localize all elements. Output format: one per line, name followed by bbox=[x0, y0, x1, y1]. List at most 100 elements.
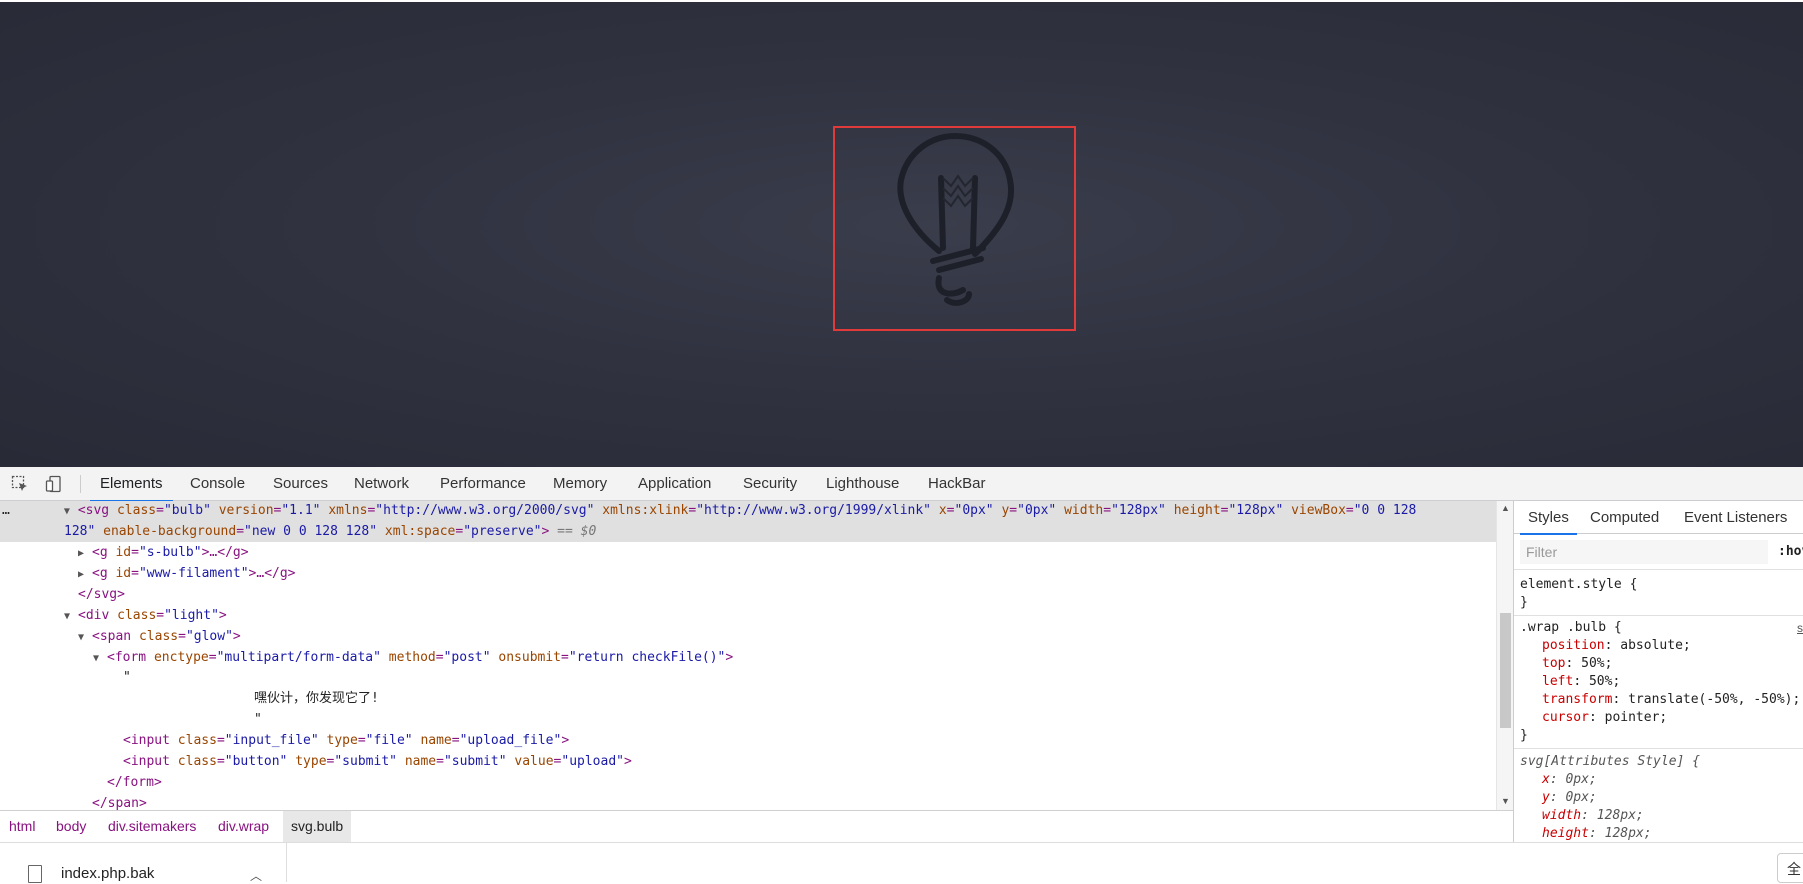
lightbulb-icon[interactable] bbox=[835, 128, 1078, 333]
css-value: absolute; bbox=[1620, 638, 1691, 653]
dom-line-svg[interactable]: … ▼ <svg class="bulb" version="1.1" xmlns=… bbox=[2, 501, 1416, 521]
attr-value: "light" bbox=[164, 608, 219, 623]
page-viewport bbox=[0, 0, 1803, 467]
dom-line-span-close[interactable]: </span> bbox=[92, 793, 147, 810]
dom-text-quote[interactable]: " bbox=[254, 709, 262, 730]
attr-name: viewBox bbox=[1291, 503, 1346, 518]
tab-memory[interactable]: Memory bbox=[553, 467, 607, 501]
css-property: height bbox=[1542, 826, 1589, 841]
dom-text-quote[interactable]: " bbox=[123, 667, 131, 688]
element-style-selector[interactable]: element.style { bbox=[1520, 576, 1637, 594]
dom-line-g-s-bulb[interactable]: ▶ <g id="s-bulb">…</g> bbox=[78, 542, 249, 563]
dom-line-form[interactable]: ▼ <form enctype="multipart/form-data" met… bbox=[93, 647, 733, 668]
download-file-name[interactable]: index.php.bak bbox=[61, 865, 154, 882]
attr-name: height bbox=[1173, 503, 1221, 518]
breadcrumb-div-wrap[interactable]: div.wrap bbox=[218, 811, 269, 842]
tag-name: <form bbox=[107, 650, 147, 665]
rule-close-brace: } bbox=[1520, 595, 1528, 610]
expand-triangle[interactable]: ▶ bbox=[78, 564, 92, 585]
css-declaration[interactable]: y: 0px; bbox=[1542, 789, 1597, 807]
attr-name: onsubmit bbox=[498, 650, 562, 665]
breadcrumb-div-sitemakers[interactable]: div.sitemakers bbox=[108, 811, 196, 842]
attr-name: class bbox=[138, 629, 179, 644]
tag-close: >…</g> bbox=[248, 566, 296, 581]
css-declaration[interactable]: height: 128px; bbox=[1542, 825, 1652, 842]
dom-line-g-www-filament[interactable]: ▶ <g id="www-filament">…</g> bbox=[78, 563, 296, 584]
scrollbar-thumb[interactable] bbox=[1500, 613, 1511, 728]
dom-line-input-submit[interactable]: <input class="button" type="submit" name… bbox=[123, 751, 632, 772]
elements-scrollbar[interactable]: ▲ ▼ bbox=[1496, 501, 1513, 810]
dom-line-input-file[interactable]: <input class="input_file" type="file" na… bbox=[123, 730, 569, 751]
dom-line-form-close[interactable]: </form> bbox=[107, 772, 162, 793]
tab-console[interactable]: Console bbox=[190, 467, 245, 501]
css-declaration[interactable]: left: 50%; bbox=[1542, 673, 1620, 691]
css-declaration[interactable]: cursor: pointer; bbox=[1542, 709, 1667, 727]
tab-sources[interactable]: Sources bbox=[273, 467, 328, 501]
dom-text-node[interactable]: 嘿伙计，你发现它了! bbox=[254, 688, 379, 709]
dom-line-svg-close[interactable]: </svg> bbox=[78, 584, 125, 605]
chevron-up-icon[interactable]: ︿ bbox=[250, 867, 262, 884]
css-declaration[interactable]: width: 128px; bbox=[1542, 807, 1644, 825]
tab-elements[interactable]: Elements bbox=[90, 467, 172, 502]
elements-tree[interactable]: … ▼ <svg class="bulb" version="1.1" xmlns=… bbox=[0, 501, 1496, 810]
tab-application[interactable]: Application bbox=[638, 467, 711, 501]
attr-value: "http://www.w3.org/1999/xlink" bbox=[696, 503, 932, 518]
rule-divider bbox=[1514, 748, 1803, 749]
tab-event-listeners[interactable]: Event Listeners bbox=[1684, 501, 1787, 534]
attr-name: method bbox=[388, 650, 436, 665]
tab-network[interactable]: Network bbox=[354, 467, 409, 501]
toolbar-divider bbox=[80, 475, 81, 493]
tag-name: <input bbox=[123, 754, 170, 769]
css-declaration[interactable]: x: 0px; bbox=[1542, 771, 1597, 789]
rule-close-brace: } bbox=[1520, 728, 1528, 743]
attr-name: class bbox=[116, 503, 157, 518]
attr-value: "post" bbox=[443, 650, 491, 665]
css-property: width bbox=[1542, 808, 1582, 823]
css-value: 0px; bbox=[1565, 772, 1597, 787]
tab-security[interactable]: Security bbox=[743, 467, 797, 501]
scroll-down-icon[interactable]: ▼ bbox=[1501, 796, 1510, 806]
attr-name: x bbox=[938, 503, 947, 518]
breadcrumb-html[interactable]: html bbox=[9, 811, 35, 842]
tab-styles[interactable]: Styles bbox=[1520, 501, 1577, 535]
rule-selector-attributes-style[interactable]: svg[Attributes Style] { bbox=[1520, 753, 1700, 771]
collapse-triangle[interactable]: ▼ bbox=[64, 606, 78, 627]
device-toolbar-icon[interactable] bbox=[44, 475, 64, 493]
breadcrumb-svg-bulb[interactable]: svg.bulb bbox=[283, 811, 352, 842]
download-item[interactable]: index.php.bak ︿ bbox=[0, 843, 287, 884]
css-property: x bbox=[1542, 772, 1550, 787]
collapse-triangle[interactable]: ▼ bbox=[64, 501, 78, 522]
tab-computed[interactable]: Computed bbox=[1590, 501, 1659, 534]
tab-performance[interactable]: Performance bbox=[440, 467, 526, 501]
tab-hackbar[interactable]: HackBar bbox=[928, 467, 986, 501]
rule-source-link[interactable]: s bbox=[1797, 621, 1803, 635]
dom-line-span-glow[interactable]: ▼ <span class="glow"> bbox=[78, 626, 241, 647]
attr-value: "upload" bbox=[561, 754, 624, 769]
show-all-button[interactable]: 全 bbox=[1777, 853, 1803, 883]
css-property: transform bbox=[1542, 692, 1613, 707]
expand-triangle[interactable]: ▶ bbox=[78, 543, 92, 564]
inspect-element-icon[interactable] bbox=[10, 475, 30, 493]
tag-close: </svg> bbox=[78, 587, 125, 602]
more-dots[interactable]: … bbox=[2, 503, 10, 518]
tab-lighthouse[interactable]: Lighthouse bbox=[826, 467, 899, 501]
dom-line-div-light[interactable]: ▼ <div class="light"> bbox=[64, 605, 227, 626]
collapse-triangle[interactable]: ▼ bbox=[93, 648, 107, 669]
collapse-triangle[interactable]: ▼ bbox=[78, 627, 92, 648]
rule-selector-wrap-bulb[interactable]: .wrap .bulb { bbox=[1520, 619, 1622, 637]
tag-close: > bbox=[541, 524, 550, 539]
css-declaration[interactable]: top: 50%; bbox=[1542, 655, 1612, 673]
attr-name: type bbox=[326, 733, 358, 748]
css-declaration[interactable]: transform: translate(-50%, -50%); bbox=[1542, 691, 1800, 709]
scroll-up-icon[interactable]: ▲ bbox=[1501, 503, 1510, 513]
styles-filter-input[interactable] bbox=[1520, 540, 1768, 564]
css-declaration[interactable]: position: absolute; bbox=[1542, 637, 1691, 655]
attr-value: "file" bbox=[365, 733, 413, 748]
attr-value: "submit" bbox=[334, 754, 397, 769]
dom-line-svg-cont[interactable]: 128" enable-background="new 0 0 128 128"… bbox=[64, 521, 596, 542]
attr-value: 128" bbox=[64, 524, 96, 539]
attr-value: "return checkFile()" bbox=[568, 650, 726, 665]
hov-toggle[interactable]: :hov bbox=[1778, 544, 1803, 559]
breadcrumb-body[interactable]: body bbox=[56, 811, 86, 842]
attr-value: "128px" bbox=[1111, 503, 1166, 518]
